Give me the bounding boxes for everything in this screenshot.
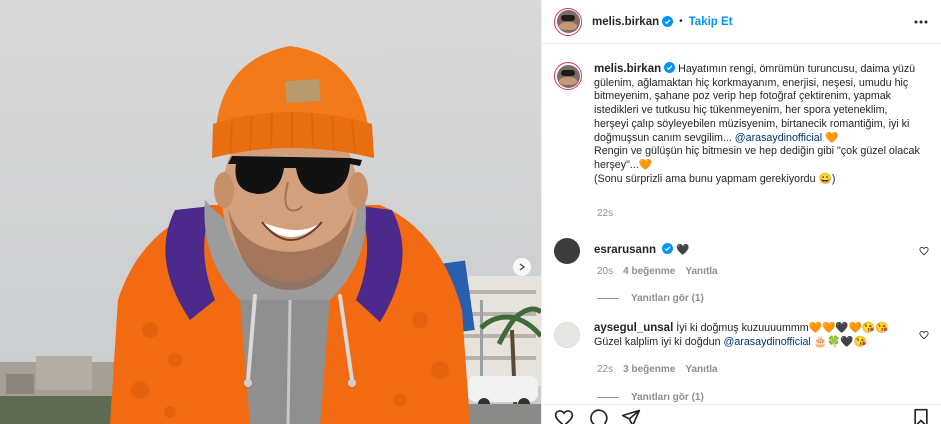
post-header: melis.birkan • Takip Et bbox=[542, 0, 941, 44]
view-replies-button[interactable]: Yanıtları gör (1) bbox=[597, 392, 704, 403]
comment-item: esrarusann 🖤 bbox=[554, 238, 934, 264]
comment-meta: 20s 4 beğenme Yanıtla bbox=[597, 266, 718, 277]
view-replies-label: Yanıtları gör (1) bbox=[631, 293, 704, 304]
post-photo[interactable] bbox=[0, 0, 541, 424]
post-caption: melis.birkan Hayatımın rengi, ömrümün tu… bbox=[554, 62, 934, 186]
caption-text-3: (Sonu sürprizli ama bunu yapmam gerekiyo… bbox=[594, 172, 836, 185]
heart-icon[interactable] bbox=[554, 408, 574, 424]
photo-illustration bbox=[0, 0, 541, 424]
caption-timestamp: 22s bbox=[597, 208, 614, 219]
verified-badge-icon bbox=[664, 62, 676, 73]
separator-dot: • bbox=[679, 16, 683, 27]
view-replies-label: Yanıtları gör (1) bbox=[631, 392, 704, 403]
verified-badge-icon bbox=[662, 243, 673, 254]
action-divider bbox=[542, 404, 941, 405]
caption-avatar[interactable] bbox=[554, 62, 582, 90]
bookmark-icon[interactable] bbox=[912, 408, 930, 424]
chevron-right-icon bbox=[519, 263, 526, 271]
comment-body: esrarusann 🖤 bbox=[594, 238, 894, 264]
verified-badge-icon bbox=[662, 16, 674, 27]
replies-line bbox=[597, 397, 619, 398]
caption-mention[interactable]: @arasaydinofficial bbox=[735, 132, 822, 144]
author-avatar[interactable] bbox=[554, 7, 582, 36]
comment-like-heart-icon[interactable] bbox=[919, 330, 929, 340]
caption-emoji: 🧡 bbox=[825, 131, 839, 144]
comment-likes[interactable]: 3 beğenme bbox=[623, 364, 675, 375]
comment-meta: 22s 3 beğenme Yanıtla bbox=[597, 364, 718, 375]
action-bar bbox=[542, 404, 941, 424]
comment-emoji: 🎂🍀🖤😘 bbox=[813, 335, 868, 348]
commenter-username[interactable]: esrarusann bbox=[594, 244, 656, 256]
caption-username[interactable]: melis.birkan bbox=[594, 63, 661, 75]
carousel-next-button[interactable] bbox=[513, 258, 531, 276]
comment-time: 22s bbox=[597, 364, 614, 375]
replies-line bbox=[597, 298, 619, 299]
comment-item: aysegul_unsal İyi ki doğmuş kuzuuuummm🧡🧡… bbox=[554, 322, 934, 349]
caption-text-2: Rengin ve gülüşün hiç bitmesin ve hep de… bbox=[594, 145, 920, 171]
comment-likes[interactable]: 4 beğenme bbox=[623, 266, 675, 277]
post-sidebar: melis.birkan • Takip Et melis.birkan Hay… bbox=[541, 0, 941, 424]
reply-button[interactable]: Yanıtla bbox=[685, 364, 717, 375]
comment-icon[interactable] bbox=[588, 408, 608, 424]
follow-button[interactable]: Takip Et bbox=[689, 16, 733, 28]
reply-button[interactable]: Yanıtla bbox=[685, 266, 717, 277]
author-username[interactable]: melis.birkan bbox=[592, 16, 659, 28]
comment-text: 🖤 bbox=[675, 244, 690, 256]
caption-body: melis.birkan Hayatımın rengi, ömrümün tu… bbox=[594, 62, 924, 186]
commenter-avatar[interactable] bbox=[554, 238, 580, 264]
share-icon[interactable] bbox=[621, 408, 641, 424]
view-replies-button[interactable]: Yanıtları gör (1) bbox=[597, 293, 704, 304]
more-options-icon[interactable] bbox=[914, 15, 928, 29]
comment-mention[interactable]: @arasaydinofficial bbox=[724, 336, 811, 348]
comment-body: aysegul_unsal İyi ki doğmuş kuzuuuummm🧡🧡… bbox=[594, 322, 894, 349]
comment-like-heart-icon[interactable] bbox=[919, 246, 929, 256]
commenter-username[interactable]: aysegul_unsal bbox=[594, 322, 673, 334]
instagram-post-view: melis.birkan • Takip Et melis.birkan Hay… bbox=[0, 0, 941, 424]
commenter-avatar[interactable] bbox=[554, 322, 580, 348]
comment-time: 20s bbox=[597, 266, 614, 277]
